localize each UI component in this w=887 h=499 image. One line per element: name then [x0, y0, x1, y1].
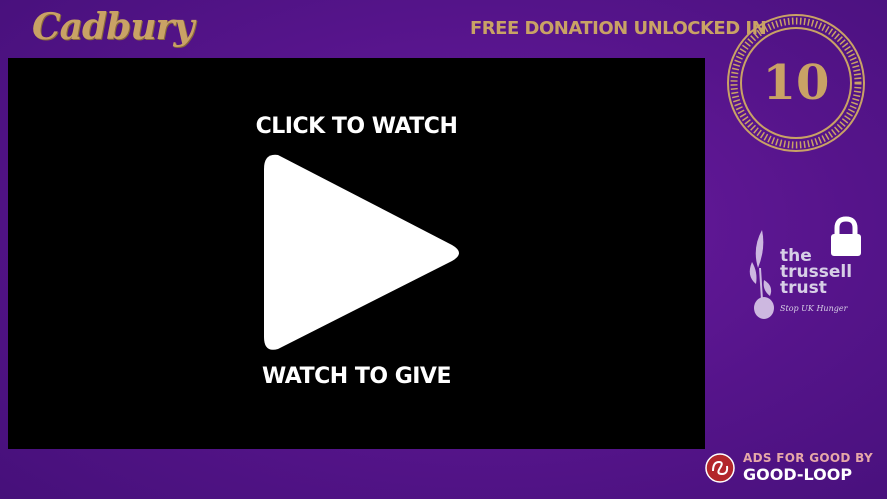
- cadbury-logo: Cadbury: [32, 6, 194, 48]
- good-loop-logo-icon: [705, 453, 735, 483]
- good-loop-label: GOOD-LOOP: [743, 465, 853, 484]
- watch-to-give-label: WATCH TO GIVE: [262, 364, 452, 389]
- ads-for-good-label: ADS FOR GOOD BY: [743, 451, 873, 465]
- good-loop-badge[interactable]: ADS FOR GOOD BY GOOD-LOOP: [705, 451, 887, 485]
- countdown-seconds: 10: [762, 55, 830, 111]
- sprig-icon: [749, 230, 774, 319]
- donation-unlock-text: FREE DONATION UNLOCKED IN: [470, 18, 767, 39]
- charity-name: the trussell trust: [780, 248, 852, 298]
- trussell-trust-logo: the trussell trust Stop UK Hunger: [744, 228, 854, 320]
- charity-tagline: Stop UK Hunger: [780, 304, 848, 313]
- video-player[interactable]: CLICK TO WATCH WATCH TO GIVE: [8, 58, 705, 449]
- countdown-timer: 10: [725, 12, 867, 154]
- play-icon[interactable]: [256, 153, 468, 353]
- charity-name-line3: trust: [780, 278, 827, 298]
- click-to-watch-label: CLICK TO WATCH: [255, 114, 458, 139]
